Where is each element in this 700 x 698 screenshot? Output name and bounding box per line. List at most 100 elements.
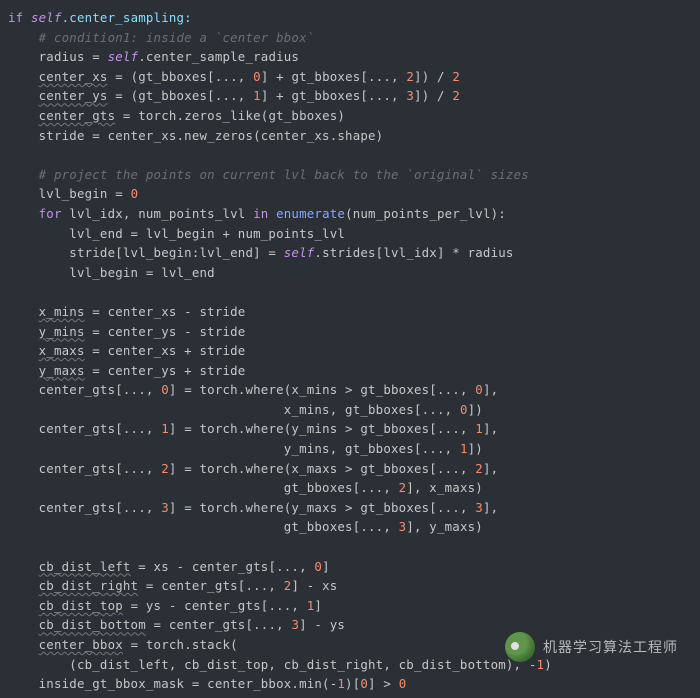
code-token: ] = torch.where(x_mins > gt_bboxes[..., [169, 382, 475, 397]
code-token: ], [483, 421, 498, 436]
code-token: ] [314, 598, 322, 613]
code-token: 1 [460, 441, 468, 456]
code-token: ] > [368, 676, 399, 691]
code-token: 1 [475, 421, 483, 436]
code-token: 2 [452, 88, 460, 103]
code-token: 0 [161, 382, 169, 397]
code-token: = torch.stack( [123, 637, 238, 652]
code-token: = xs - center_gts[..., [131, 559, 315, 574]
code-token: ]) / [414, 88, 452, 103]
code-line: center_bbox = torch.stack( [8, 637, 238, 652]
code-token: 0 [399, 676, 407, 691]
code-token: = center_ys - stride [85, 324, 246, 339]
code-token: x_maxs [39, 343, 85, 358]
code-token: 2 [475, 461, 483, 476]
code-token: = (gt_bboxes[..., [108, 88, 254, 103]
code-token: for [39, 206, 70, 221]
code-token: lvl_idx, num_points_lvl [69, 206, 253, 221]
code-token: y_mins, gt_bboxes[..., [39, 441, 460, 456]
code-token: # condition1: inside a `center bbox` [39, 30, 315, 45]
code-token: center_xs [39, 69, 108, 84]
code-line: x_maxs = center_xs + stride [8, 343, 245, 358]
code-token: = center_ys + stride [85, 363, 246, 378]
code-token: y_mins [39, 324, 85, 339]
code-line: # condition1: inside a `center bbox` [8, 30, 314, 45]
code-line: lvl_end = lvl_begin + num_points_lvl [8, 226, 345, 241]
code-token: in [253, 206, 276, 221]
code-token: ]) / [414, 69, 452, 84]
code-line: gt_bboxes[..., 3], y_maxs) [8, 519, 483, 534]
code-token: 1 [337, 676, 345, 691]
code-token: lvl_begin = [39, 186, 131, 201]
code-token: center_gts[..., [39, 421, 162, 436]
code-token: cb_dist_right [39, 578, 139, 593]
code-line: center_ys = (gt_bboxes[..., 1] + gt_bbox… [8, 88, 460, 103]
code-line: if self.center_sampling: [8, 10, 192, 25]
code-token: self [31, 10, 62, 25]
code-token: = center_xs + stride [85, 343, 246, 358]
code-line: center_xs = (gt_bboxes[..., 0] + gt_bbox… [8, 69, 460, 84]
code-line: # project the points on current lvl back… [8, 167, 529, 182]
code-token: 2 [406, 69, 414, 84]
code-token: stride[lvl_begin:lvl_end] = [69, 245, 283, 260]
code-token: self [284, 245, 315, 260]
code-token: = ys - center_gts[..., [123, 598, 307, 613]
code-token: y_maxs [39, 363, 85, 378]
code-token: 2 [452, 69, 460, 84]
code-token: ], x_maxs) [406, 480, 483, 495]
code-token: gt_bboxes[..., [39, 519, 399, 534]
code-token: = center_gts[..., [138, 578, 284, 593]
code-token: center_ys [39, 88, 108, 103]
code-token: 1 [253, 88, 261, 103]
code-line: stride = center_xs.new_zeros(center_xs.s… [8, 128, 383, 143]
code-token: 3 [406, 88, 414, 103]
code-token: = (gt_bboxes[..., [108, 69, 254, 84]
code-line: center_gts = torch.zeros_like(gt_bboxes) [8, 108, 345, 123]
code-token: 0 [460, 402, 468, 417]
code-block: if self.center_sampling: # condition1: i… [0, 0, 700, 698]
code-token: inside_gt_bbox_mask = center_bbox.min(- [39, 676, 338, 691]
code-token: ] = torch.where(y_mins > gt_bboxes[..., [169, 421, 475, 436]
code-token: 0 [475, 382, 483, 397]
code-token: center_gts [39, 108, 116, 123]
code-line: y_mins = center_ys - stride [8, 324, 245, 339]
code-line: gt_bboxes[..., 2], x_maxs) [8, 480, 483, 495]
code-line: for lvl_idx, num_points_lvl in enumerate… [8, 206, 506, 221]
code-line: x_mins = center_xs - stride [8, 304, 245, 319]
code-line: cb_dist_left = xs - center_gts[..., 0] [8, 559, 330, 574]
code-token: enumerate [276, 206, 345, 221]
code-line: inside_gt_bbox_mask = center_bbox.min(-1… [8, 676, 406, 691]
code-token: ] - ys [299, 617, 345, 632]
code-token: 3 [291, 617, 299, 632]
code-token: 3 [475, 500, 483, 515]
code-token: 0 [131, 186, 139, 201]
wechat-logo-icon [505, 632, 535, 662]
code-token: center_gts[..., [39, 382, 162, 397]
code-line: cb_dist_top = ys - center_gts[..., 1] [8, 598, 322, 613]
code-token: center_gts[..., [39, 461, 162, 476]
code-token: # project the points on current lvl back… [39, 167, 529, 182]
code-line: cb_dist_right = center_gts[..., 2] - xs [8, 578, 337, 593]
code-line: stride[lvl_begin:lvl_end] = self.strides… [8, 245, 514, 260]
code-token: 0 [314, 559, 322, 574]
code-token: ], [483, 500, 498, 515]
code-line [8, 539, 39, 554]
code-token: ], y_maxs) [406, 519, 483, 534]
code-token: )[ [345, 676, 360, 691]
code-token: 1 [161, 421, 169, 436]
code-token: ] = torch.where(x_maxs > gt_bboxes[..., [169, 461, 475, 476]
code-token: = torch.zeros_like(gt_bboxes) [115, 108, 345, 123]
code-token: ] [322, 559, 330, 574]
code-token: center_gts[..., [39, 500, 162, 515]
code-token: ] - xs [291, 578, 337, 593]
code-token: cb_dist_left [39, 559, 131, 574]
code-line: center_gts[..., 2] = torch.where(x_maxs … [8, 461, 498, 476]
code-token: (num_points_per_lvl): [345, 206, 506, 221]
code-line: center_gts[..., 0] = torch.where(x_mins … [8, 382, 498, 397]
watermark: 机器学习算法工程师 [505, 632, 678, 662]
code-line [8, 284, 39, 299]
code-line: (cb_dist_left, cb_dist_top, cb_dist_righ… [8, 657, 552, 672]
code-token: self [108, 49, 139, 64]
code-token: radius = [39, 49, 108, 64]
code-token: x_mins, gt_bboxes[..., [39, 402, 460, 417]
